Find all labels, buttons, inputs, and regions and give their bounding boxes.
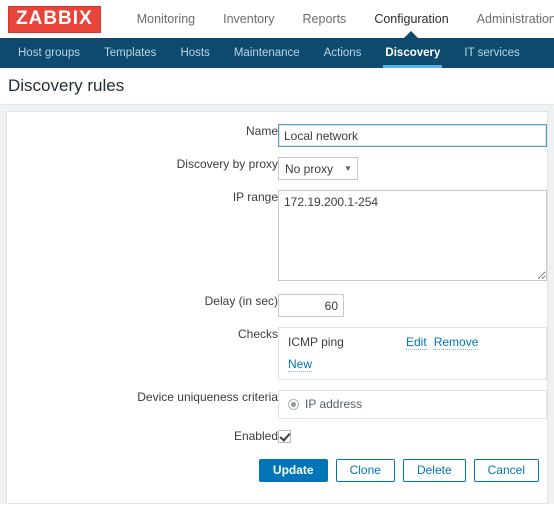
spacer xyxy=(7,147,547,157)
subnav-item-maintenance[interactable]: Maintenance xyxy=(222,38,312,68)
ip-range-textarea[interactable]: 172.19.200.1-254 xyxy=(278,190,547,281)
spacer xyxy=(7,380,547,390)
radio-selected-icon[interactable] xyxy=(288,398,299,410)
checks-label: Checks xyxy=(237,327,278,341)
form-table: Name Discovery by proxy No proxy ▼ IP ra… xyxy=(7,124,547,444)
delete-button[interactable]: Delete xyxy=(402,459,466,483)
subnav-item-hosts[interactable]: Hosts xyxy=(168,38,221,68)
subnav-item-actions[interactable]: Actions xyxy=(312,38,374,68)
form-row-checks: Checks ICMP ping Edit Remove New xyxy=(7,327,547,380)
discovery-by-proxy-select[interactable]: No proxy ▼ xyxy=(278,157,358,180)
page-header: Discovery rules xyxy=(0,68,554,105)
check-remove-link[interactable]: Remove xyxy=(433,335,479,350)
topnav-item-monitoring[interactable]: Monitoring xyxy=(123,0,209,38)
topnav-item-inventory[interactable]: Inventory xyxy=(209,0,288,38)
topnav-item-reports[interactable]: Reports xyxy=(289,0,361,38)
page-title: Discovery rules xyxy=(8,76,125,95)
form-actions: Update Clone Delete Cancel xyxy=(7,459,547,483)
spacer xyxy=(7,284,547,294)
topnav-item-configuration[interactable]: Configuration xyxy=(360,0,462,38)
form-row-delay: Delay (in sec) xyxy=(7,294,547,317)
discovery-by-proxy-value: No proxy xyxy=(285,161,334,176)
form-row-proxy: Discovery by proxy No proxy ▼ xyxy=(7,157,547,180)
name-input[interactable] xyxy=(278,124,547,147)
device-uniqueness-box: IP address xyxy=(278,390,547,419)
spacer xyxy=(7,180,547,190)
spacer xyxy=(7,317,547,327)
zabbix-logo[interactable]: ZABBIX xyxy=(8,5,101,33)
ip-range-label: IP range xyxy=(232,190,278,204)
discovery-rule-form: Name Discovery by proxy No proxy ▼ IP ra… xyxy=(6,111,548,504)
subnav-item-it-services[interactable]: IT services xyxy=(452,38,531,68)
page-body: Name Discovery by proxy No proxy ▼ IP ra… xyxy=(0,105,554,504)
form-row-ip-range: IP range 172.19.200.1-254 xyxy=(7,190,547,284)
uniqueness-option-label: IP address xyxy=(305,397,363,411)
top-navigation-bar: ZABBIX Monitoring Inventory Reports Conf… xyxy=(0,0,554,38)
enabled-label: Enabled xyxy=(233,429,278,443)
cancel-button[interactable]: Cancel xyxy=(473,459,539,483)
checks-box: ICMP ping Edit Remove New xyxy=(278,327,547,380)
check-edit-link[interactable]: Edit xyxy=(406,335,427,350)
form-row-name: Name xyxy=(7,124,547,147)
subnav-item-discovery[interactable]: Discovery xyxy=(373,38,452,68)
enabled-checkbox[interactable] xyxy=(278,430,291,444)
topnav-item-administration[interactable]: Administration xyxy=(463,0,554,38)
sub-navigation-bar: Host groups Templates Hosts Maintenance … xyxy=(0,38,554,68)
delay-input[interactable] xyxy=(278,294,344,317)
form-row-uniqueness: Device uniqueness criteria IP address xyxy=(7,390,547,419)
subnav-item-templates[interactable]: Templates xyxy=(92,38,168,68)
check-item: ICMP ping Edit Remove xyxy=(288,335,538,350)
chevron-down-icon: ▼ xyxy=(344,163,352,173)
subnav-item-host-groups[interactable]: Host groups xyxy=(6,38,92,68)
check-new-link[interactable]: New xyxy=(288,357,313,372)
form-row-enabled: Enabled xyxy=(7,429,547,444)
uniqueness-option-ip-address[interactable]: IP address xyxy=(288,397,538,411)
top-nav-items: Monitoring Inventory Reports Configurati… xyxy=(123,0,554,38)
delay-label: Delay (in sec) xyxy=(204,294,278,308)
check-name: ICMP ping xyxy=(288,335,344,349)
clone-button[interactable]: Clone xyxy=(335,459,395,483)
update-button[interactable]: Update xyxy=(258,459,328,483)
discovery-by-proxy-label: Discovery by proxy xyxy=(176,157,278,171)
spacer xyxy=(7,419,547,429)
device-uniqueness-label: Device uniqueness criteria xyxy=(137,390,278,404)
name-label: Name xyxy=(245,124,278,138)
